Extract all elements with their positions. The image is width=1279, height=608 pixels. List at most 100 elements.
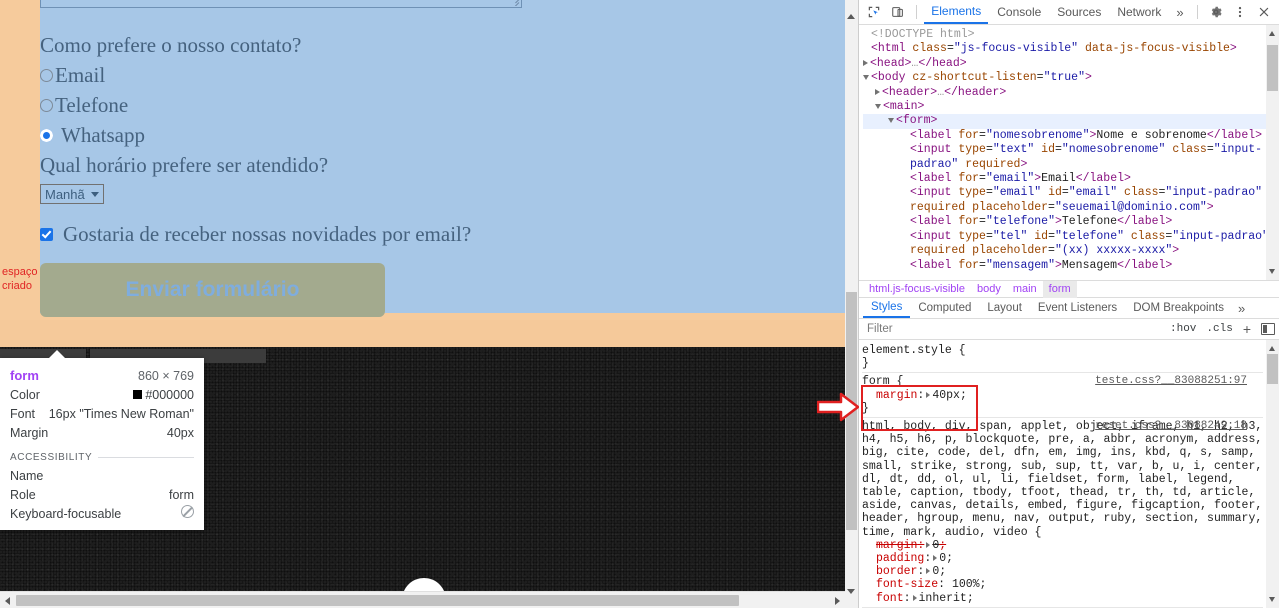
page-vertical-scrollbar[interactable] (845, 0, 858, 608)
breadcrumb-item-main[interactable]: main (1007, 281, 1043, 298)
horizontal-scroll-thumb[interactable] (16, 595, 739, 606)
dom-tree-node[interactable]: <head>…</head> (863, 57, 1279, 71)
collapse-triangle-icon[interactable] (875, 103, 881, 109)
newsletter-checkbox-row[interactable]: Gostaria de receber nossas novidades por… (40, 222, 840, 247)
css-value[interactable]: 0 (932, 539, 939, 552)
dom-tree-node[interactable]: <label for="email">Email</label> (863, 172, 1279, 186)
css-value[interactable]: 0 (932, 565, 939, 578)
breadcrumb[interactable]: html.js-focus-visible body main form (859, 280, 1279, 298)
expand-triangle-icon[interactable] (926, 568, 931, 575)
dom-tree-node[interactable]: <label for="mensagem">Mensagem</label> (863, 259, 1279, 273)
css-value[interactable]: 100% (952, 578, 980, 591)
styles-scrollbar[interactable] (1266, 340, 1279, 608)
scroll-down-arrow-icon[interactable] (847, 589, 855, 594)
css-declaration[interactable]: font-size: 100%; (862, 578, 1263, 591)
tab-computed[interactable]: Computed (910, 300, 979, 317)
tab-event-listeners[interactable]: Event Listeners (1030, 300, 1125, 317)
more-styles-tabs-icon[interactable]: » (1232, 301, 1251, 316)
css-value[interactable]: 0 (939, 552, 946, 565)
textarea-resize-handle[interactable] (507, 0, 520, 6)
expand-triangle-icon[interactable] (926, 391, 931, 398)
css-property[interactable]: padding (876, 552, 924, 565)
tab-sources[interactable]: Sources (1050, 2, 1108, 23)
css-property[interactable]: font-size (876, 578, 938, 591)
scroll-right-arrow-icon[interactable] (835, 597, 840, 605)
collapse-triangle-icon[interactable] (888, 117, 894, 123)
tab-elements[interactable]: Elements (924, 1, 989, 24)
dom-tree-node[interactable]: <label for="nomesobrenome">Nome e sobren… (863, 129, 1279, 143)
style-rule-source-link[interactable]: reset.css?__83088249:18 (1095, 420, 1247, 433)
styles-scroll-thumb[interactable] (1267, 354, 1278, 384)
radio-option-whatsapp[interactable]: Whatsapp (40, 120, 840, 150)
expand-triangle-icon[interactable] (875, 88, 880, 95)
dom-tree-node[interactable]: <html class="js-focus-visible" data-js-f… (863, 42, 1279, 56)
more-tabs-icon[interactable]: » (1170, 5, 1189, 20)
scroll-up-arrow-icon[interactable] (1269, 31, 1275, 36)
css-value[interactable]: 40px (932, 389, 960, 402)
css-property[interactable]: font (876, 592, 904, 605)
page-horizontal-scrollbar[interactable] (0, 591, 845, 608)
newsletter-checkbox[interactable] (40, 228, 53, 241)
dom-tree-node[interactable]: <form> (863, 114, 1279, 129)
tab-dom-breakpoints[interactable]: DOM Breakpoints (1125, 300, 1232, 317)
style-rule-source-link[interactable]: teste.css?__83088251:97 (1095, 375, 1247, 388)
inspect-element-icon[interactable] (863, 1, 885, 23)
dom-tree-node[interactable]: <!DOCTYPE html> (863, 28, 1279, 42)
expand-triangle-icon[interactable] (933, 555, 938, 562)
dom-tree-node[interactable]: <input type="email" id="email" class="in… (863, 186, 1279, 215)
scroll-up-arrow-icon[interactable] (1269, 346, 1275, 351)
css-declaration[interactable]: margin: 40px; (862, 389, 1263, 402)
schedule-select[interactable]: Manhã (40, 184, 104, 204)
tab-layout[interactable]: Layout (979, 300, 1030, 317)
styles-pane[interactable]: element.style {} form {teste.css?__830882… (859, 340, 1279, 608)
breadcrumb-item-body[interactable]: body (971, 281, 1007, 298)
mensagem-textarea[interactable] (40, 0, 522, 8)
dom-tree-node[interactable]: <body cz-shortcut-listen="true"> (863, 71, 1279, 85)
new-style-rule-button[interactable]: + (1243, 321, 1251, 337)
css-declaration[interactable]: padding: 0; (862, 552, 1263, 565)
dom-tree-node[interactable]: <header>…</header> (863, 86, 1279, 100)
styles-filter-input[interactable]: Filter (867, 323, 1160, 335)
dom-tree-node[interactable]: <input type="tel" id="telefone" class="i… (863, 230, 1279, 259)
css-value[interactable]: inherit (919, 592, 967, 605)
dom-tree-node[interactable]: <main> (863, 100, 1279, 114)
radio-email-icon[interactable] (40, 68, 53, 82)
cls-toggle[interactable]: .cls (1206, 323, 1232, 335)
more-options-icon[interactable] (1229, 1, 1251, 23)
scroll-up-arrow-icon[interactable] (847, 14, 855, 19)
css-declaration[interactable]: border: 0; (862, 565, 1263, 578)
dom-scroll-thumb[interactable] (1267, 45, 1278, 91)
expand-triangle-icon[interactable] (863, 59, 868, 66)
radio-whatsapp-icon[interactable] (40, 128, 53, 142)
scroll-down-arrow-icon[interactable] (1269, 269, 1275, 274)
css-declaration[interactable]: font: inherit; (862, 592, 1263, 605)
dom-tree-scrollbar[interactable] (1266, 25, 1279, 280)
gear-icon[interactable] (1205, 1, 1227, 23)
style-rule[interactable]: html, body, div, span, applet, object, i… (862, 418, 1263, 608)
css-declaration[interactable]: margin: 0; (862, 539, 1263, 552)
tab-styles[interactable]: Styles (863, 299, 911, 318)
close-icon[interactable] (1253, 1, 1275, 23)
dom-tree-node[interactable]: <input type="text" id="nomesobrenome" cl… (863, 143, 1279, 172)
scroll-left-arrow-icon[interactable] (5, 597, 10, 605)
tab-console[interactable]: Console (990, 2, 1048, 23)
style-rule[interactable]: element.style {} (862, 342, 1263, 374)
toggle-sidebar-icon[interactable] (1261, 323, 1275, 335)
tab-network[interactable]: Network (1110, 2, 1168, 23)
breadcrumb-item-html[interactable]: html.js-focus-visible (863, 281, 971, 298)
css-property[interactable]: margin (876, 539, 917, 552)
scroll-down-arrow-icon[interactable] (1269, 597, 1275, 602)
dom-tree[interactable]: <!DOCTYPE html> <html class="js-focus-vis… (859, 25, 1279, 280)
radio-option-email[interactable]: Email (40, 60, 840, 90)
hov-toggle[interactable]: :hov (1170, 323, 1196, 335)
expand-triangle-icon[interactable] (912, 594, 917, 601)
style-rule[interactable]: form {teste.css?__83088251:97 margin: 40px… (862, 373, 1263, 419)
submit-button[interactable]: Enviar formulário (40, 263, 385, 317)
device-toolbar-icon[interactable] (887, 1, 909, 23)
radio-option-telefone[interactable]: Telefone (40, 90, 840, 120)
radio-telefone-icon[interactable] (40, 98, 53, 112)
dom-tree-node[interactable]: <label for="telefone">Telefone</label> (863, 215, 1279, 229)
breadcrumb-item-form[interactable]: form (1042, 280, 1077, 298)
collapse-triangle-icon[interactable] (863, 74, 869, 80)
css-property[interactable]: border (876, 565, 917, 578)
